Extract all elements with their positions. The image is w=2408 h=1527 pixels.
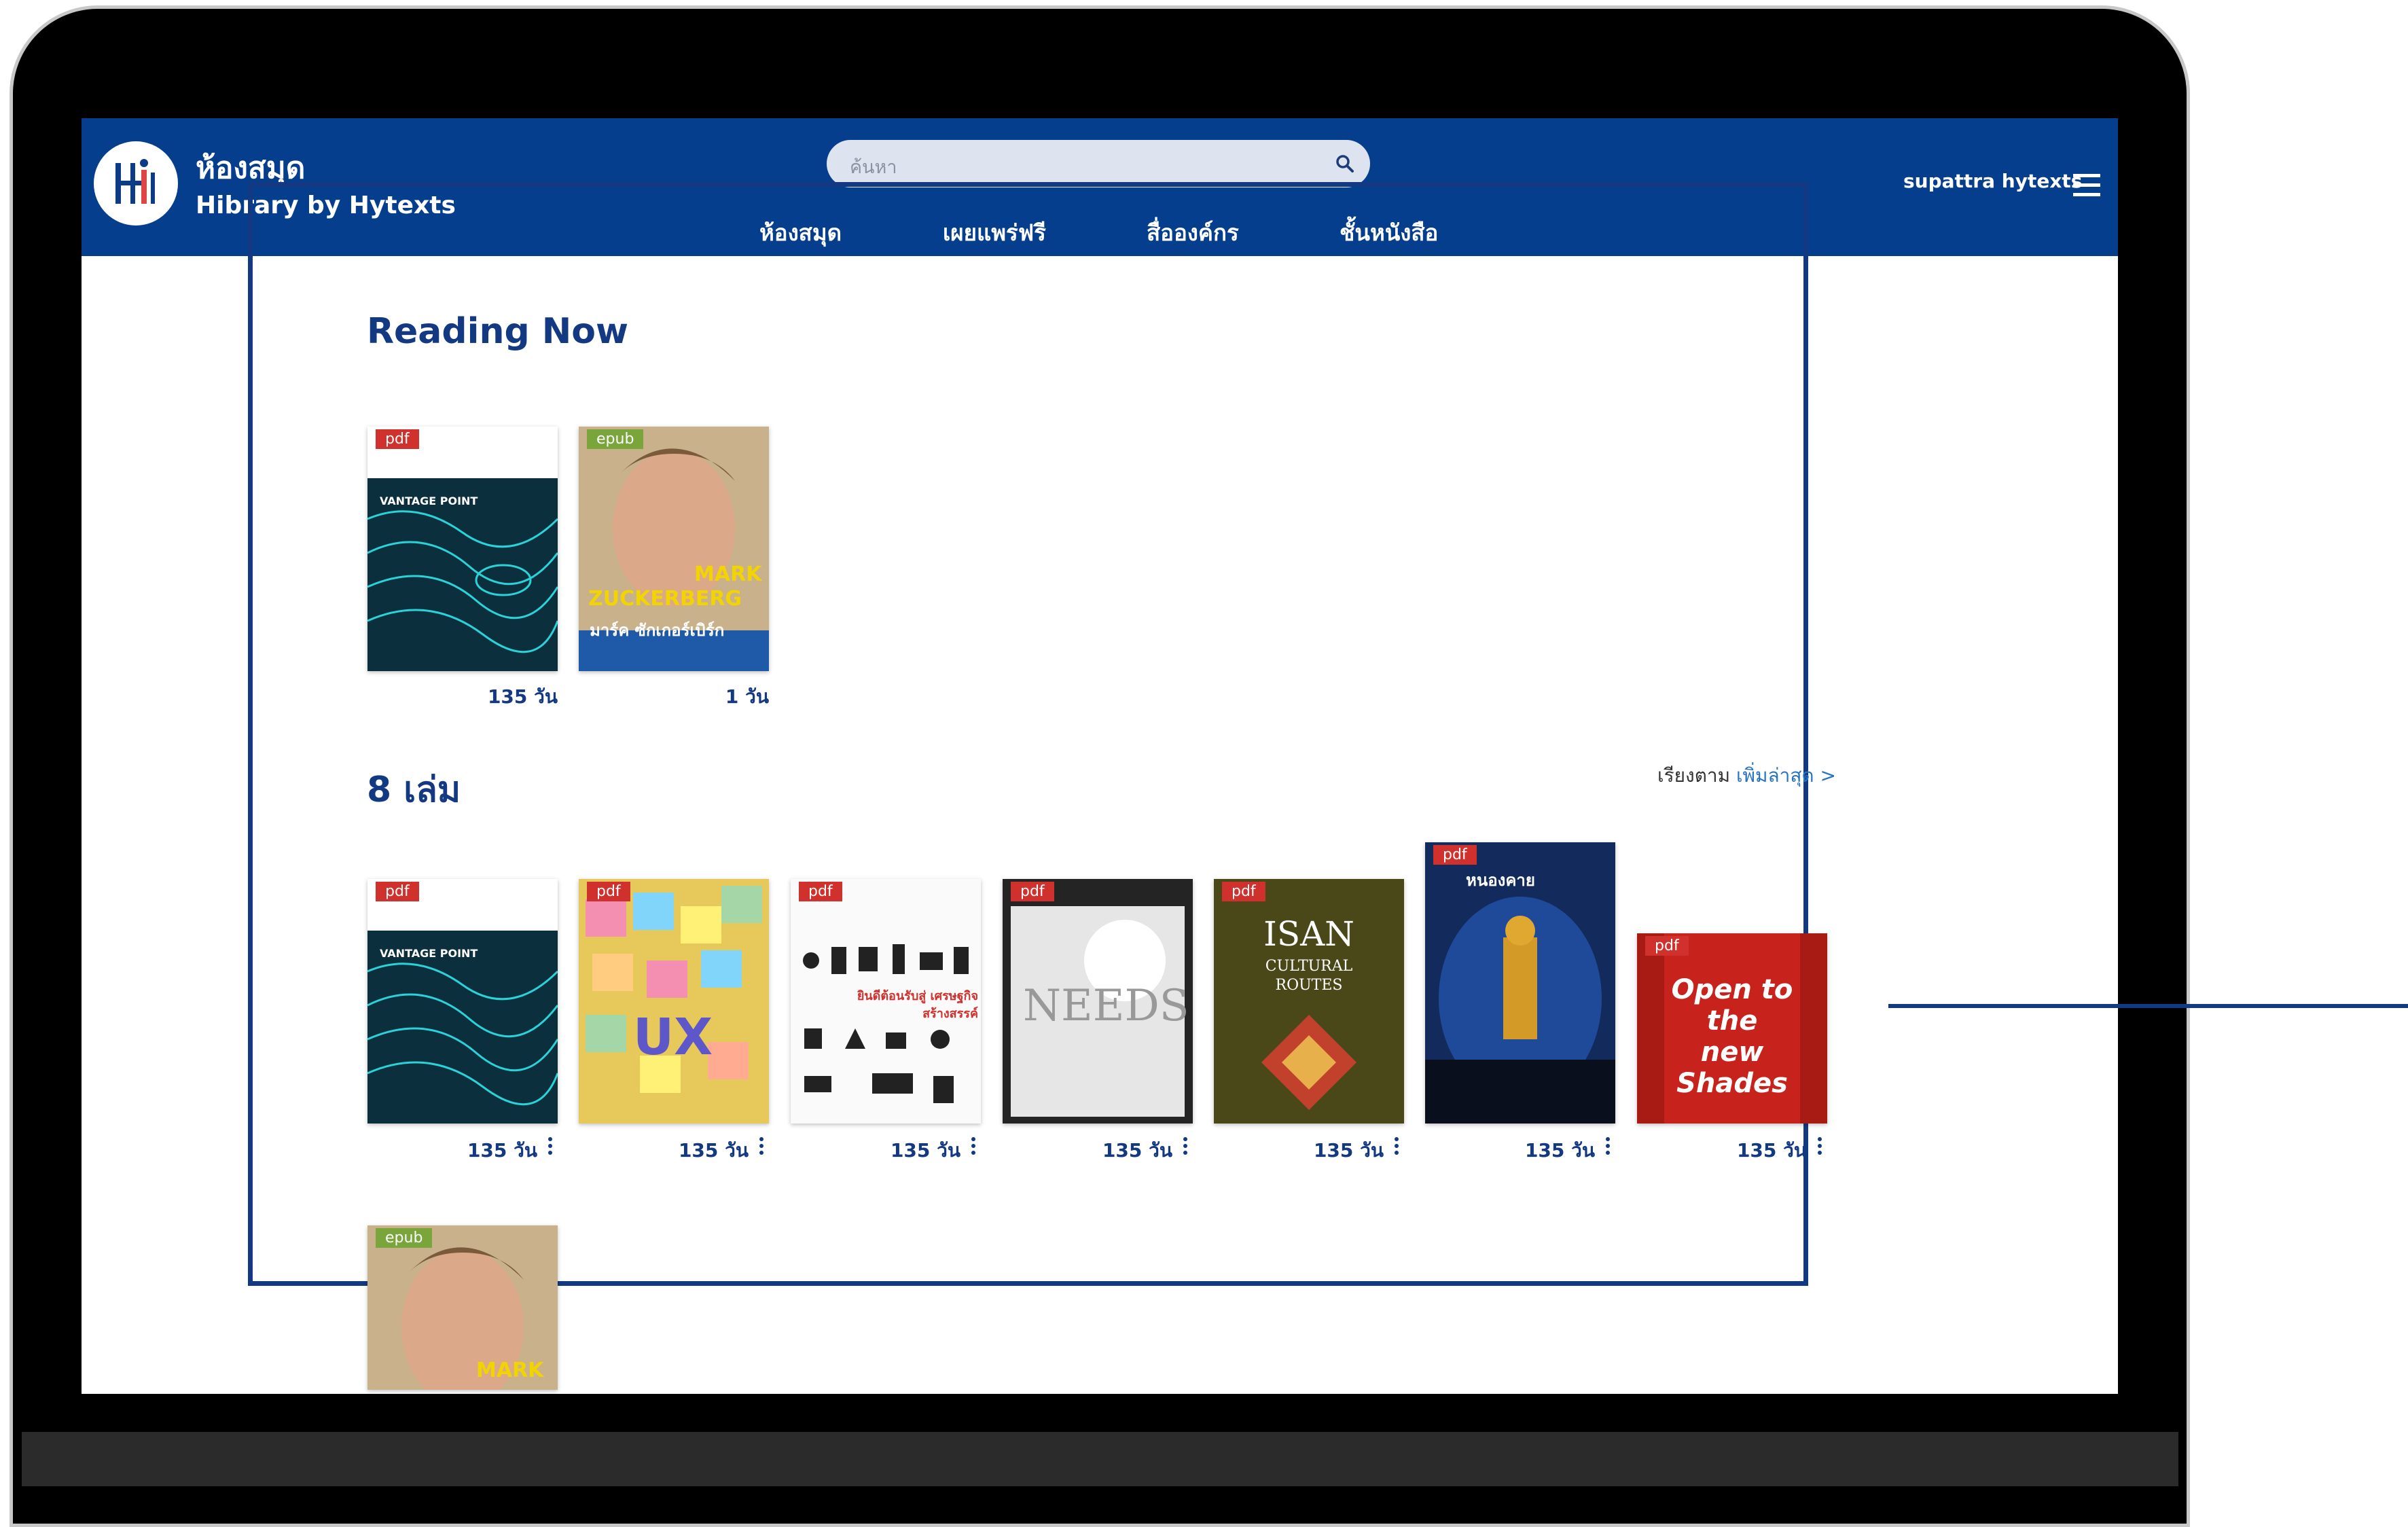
cover-title: UX — [633, 1008, 713, 1066]
search-icon[interactable] — [1335, 154, 1355, 174]
book-cover-vantage-point[interactable]: pdf VANTAGE POINT — [367, 427, 558, 671]
more-options-icon[interactable] — [759, 1136, 764, 1156]
hamburger-menu-icon[interactable] — [2072, 171, 2102, 198]
more-options-icon[interactable] — [971, 1136, 976, 1156]
sort-label: เรียงตาม — [1657, 764, 1731, 787]
format-tag: pdf — [376, 429, 419, 449]
cover-title-line2: ZUCKERBERG — [588, 587, 742, 611]
book-cover-ux[interactable]: pdf UX — [579, 879, 769, 1124]
annotation-connector-line — [1888, 1004, 2408, 1008]
cover-title-thai: มาร์ค ซักเกอร์เบิร์ก — [590, 621, 725, 640]
book-cover-creative-economy[interactable]: pdf ยินดีต้อนรับสู่ เศรษฐกิจสร้างสรรค์ — [791, 879, 981, 1124]
cover-title: VANTAGE POINT — [380, 947, 478, 960]
hibrary-logo-icon[interactable] — [94, 141, 178, 226]
book-cover-vantage-point[interactable]: pdf VANTAGE POINT — [367, 879, 558, 1124]
book-cover-zuckerberg[interactable]: epub MARK ZUCKERBERG มาร์ค ซักเกอร์เบิร์… — [579, 427, 769, 671]
days-remaining: 135 วัน — [678, 1139, 749, 1162]
format-tag: pdf — [799, 882, 842, 901]
book-cover-nong-khai[interactable]: pdf หนองคาย — [1425, 842, 1615, 1124]
cover-title-line3: ROUTES — [1275, 977, 1343, 994]
format-tag: pdf — [376, 882, 419, 901]
search-input[interactable]: ค้นหา — [827, 140, 1370, 187]
format-tag: pdf — [1222, 882, 1265, 901]
book-cover-isan[interactable]: pdf ISAN CULTURAL ROUTES — [1214, 879, 1404, 1124]
cover-title: ยินดีต้อนรับสู่ เศรษฐกิจสร้างสรรค์ — [857, 989, 978, 1021]
format-tag: epub — [376, 1228, 433, 1248]
more-options-icon[interactable] — [1394, 1136, 1399, 1156]
format-tag: pdf — [1433, 845, 1477, 865]
cover-title: VANTAGE POINT — [380, 495, 478, 507]
cover-title-line2: CULTURAL — [1265, 958, 1353, 975]
days-remaining: 135 วัน — [890, 1139, 960, 1162]
reading-now-title: Reading Now — [367, 311, 629, 352]
format-tag: pdf — [1645, 936, 1689, 956]
more-options-icon[interactable] — [547, 1136, 553, 1156]
sort-control[interactable]: เรียงตาม เพิ่มล่าสุด > — [1657, 761, 1836, 791]
book-cover-zuckerberg[interactable]: epub MARK — [367, 1225, 558, 1390]
format-tag: epub — [587, 429, 644, 449]
format-tag: pdf — [587, 882, 630, 901]
search-placeholder: ค้นหา — [850, 157, 897, 178]
cover-title: NEEDS — [1023, 981, 1189, 1031]
cover-title: Open to the new Shades — [1671, 974, 1793, 1099]
screen-bottom-bezel — [82, 1394, 2118, 1432]
days-remaining: 135 วัน — [487, 685, 558, 708]
cover-title-line1: ISAN — [1263, 914, 1354, 954]
days-remaining: 135 วัน — [1736, 1139, 1807, 1162]
format-tag: pdf — [1011, 882, 1054, 901]
book-cover-needs[interactable]: pdf NEEDS — [1003, 879, 1193, 1124]
days-remaining: 135 วัน — [1313, 1139, 1384, 1162]
days-remaining: 135 วัน — [1102, 1139, 1172, 1162]
sort-value-link[interactable]: เพิ่มล่าสุด > — [1736, 764, 1836, 787]
more-options-icon[interactable] — [1605, 1136, 1611, 1156]
book-cover-open-to-new-shades[interactable]: pdf Open to the new Shades — [1637, 933, 1827, 1124]
cover-title: หนองคาย — [1466, 871, 1535, 890]
user-name[interactable]: supattra hytexts — [1903, 170, 2082, 192]
days-remaining: 135 วัน — [467, 1139, 537, 1162]
cover-title-line1: MARK — [694, 562, 762, 586]
more-options-icon[interactable] — [1183, 1136, 1188, 1156]
days-remaining: 1 วัน — [725, 685, 769, 708]
laptop-base — [22, 1432, 2178, 1486]
more-options-icon[interactable] — [1817, 1136, 1822, 1156]
cover-title: MARK — [476, 1359, 544, 1382]
shelf-count-title: 8 เล่ม — [367, 770, 461, 810]
days-remaining: 135 วัน — [1524, 1139, 1595, 1162]
